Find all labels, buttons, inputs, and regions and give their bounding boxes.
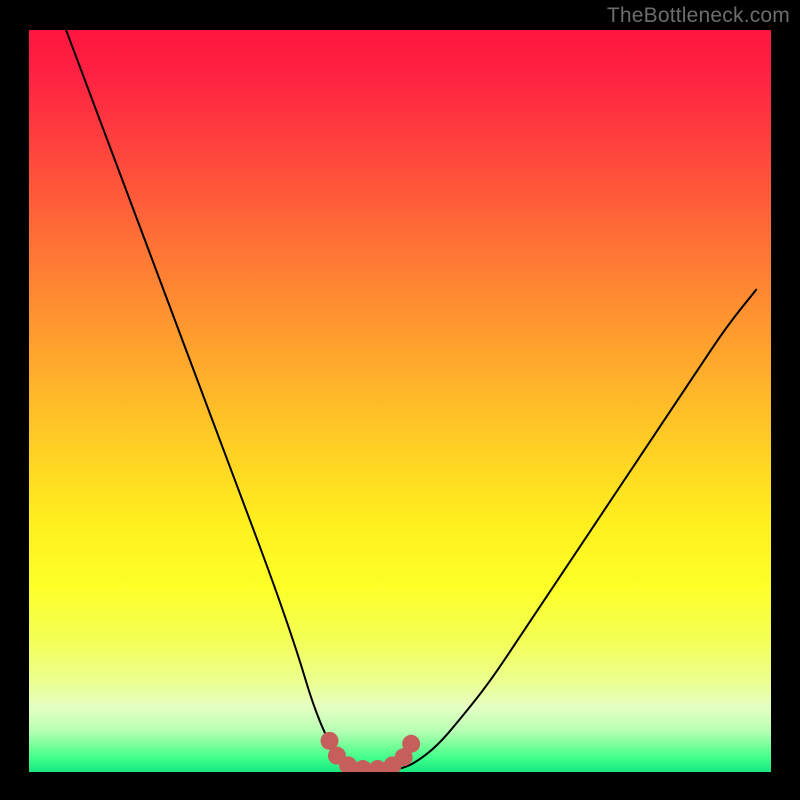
plot-area xyxy=(29,30,771,772)
chart-frame: TheBottleneck.com xyxy=(0,0,800,800)
highlight-marker xyxy=(402,735,420,753)
watermark-text: TheBottleneck.com xyxy=(607,4,790,28)
gradient-background xyxy=(29,30,771,772)
chart-svg xyxy=(29,30,771,772)
